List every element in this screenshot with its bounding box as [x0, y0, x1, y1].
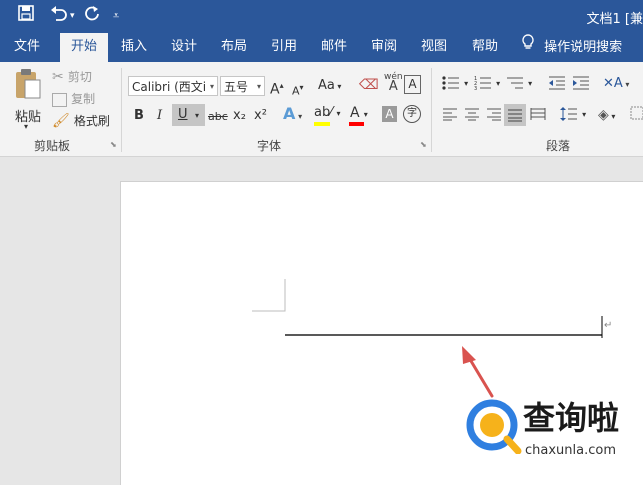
margin-corner-mark [252, 279, 286, 312]
red-arrow-icon [462, 346, 494, 398]
watermark-brand: 查询啦 [523, 399, 620, 437]
watermark-url: chaxunla.com [525, 443, 616, 458]
chaxunla-logo-icon [466, 399, 522, 454]
paragraph-mark: ↵ [604, 320, 613, 331]
